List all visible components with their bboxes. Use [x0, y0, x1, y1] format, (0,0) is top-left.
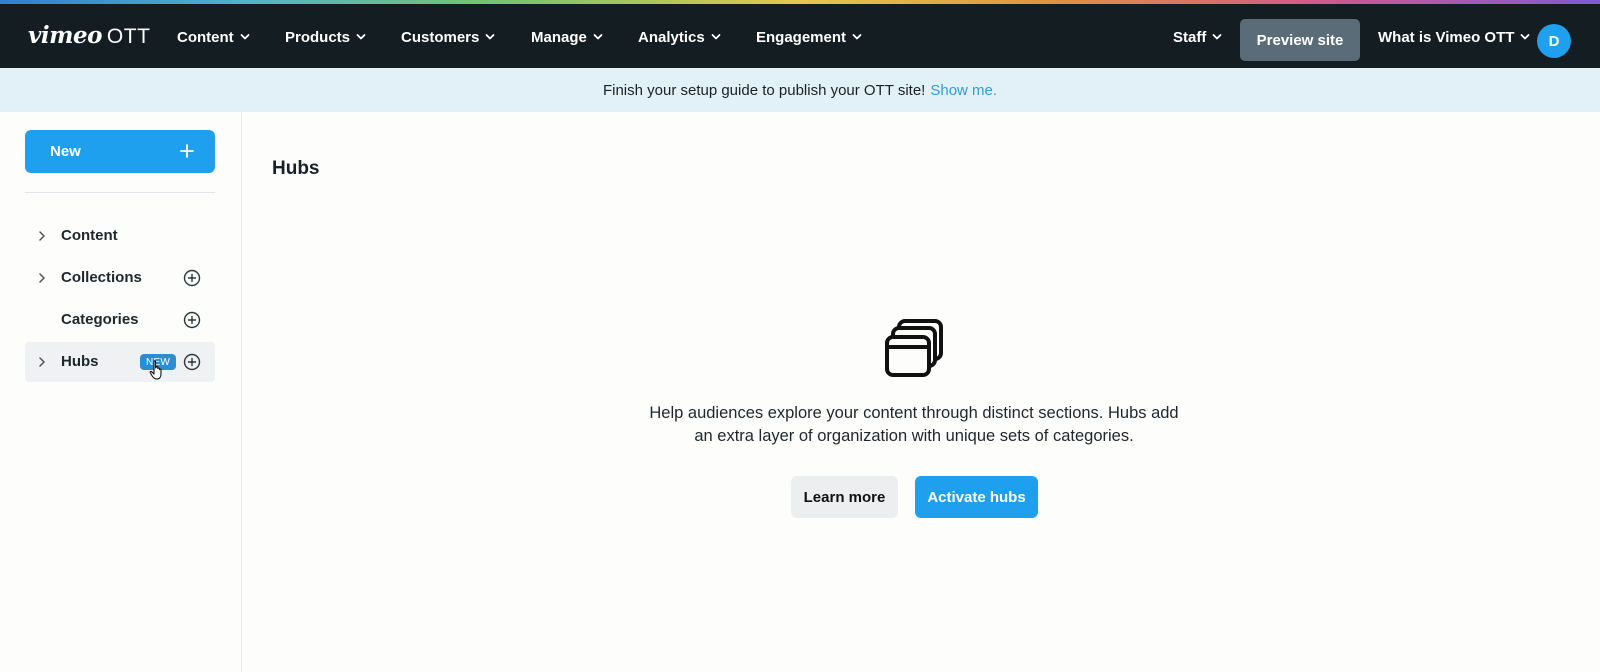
chevron-down-icon [593, 33, 603, 41]
sidebar-item-collections[interactable]: Collections [25, 258, 215, 298]
sidebar-item-label: Collections [61, 269, 142, 286]
sidebar-item-categories[interactable]: Categories [25, 300, 215, 340]
activate-hubs-button[interactable]: Activate hubs [915, 476, 1038, 518]
nav-customers[interactable]: Customers [401, 26, 495, 48]
sidebar-divider [25, 192, 215, 193]
vimeo-ott-logo[interactable]: vimeo OTT [28, 22, 150, 50]
sidebar-item-hubs[interactable]: Hubs NEW [25, 342, 215, 382]
new-button[interactable]: New [25, 130, 215, 173]
nav-engagement[interactable]: Engagement [756, 26, 862, 48]
top-navigation: vimeo OTT Content Products Customers Man… [0, 4, 1600, 68]
nav-analytics-label: Analytics [638, 28, 705, 46]
empty-state-description: Help audiences explore your content thro… [600, 402, 1228, 448]
chevron-down-icon [1212, 33, 1222, 41]
logo-product: OTT [106, 25, 151, 48]
chevron-down-icon [1520, 33, 1530, 41]
chevron-down-icon [240, 33, 250, 41]
nav-analytics[interactable]: Analytics [638, 26, 721, 48]
chevron-down-icon [485, 33, 495, 41]
chevron-right-icon[interactable] [37, 356, 47, 368]
sidebar-item-label: Categories [61, 311, 139, 328]
hand-cursor-icon [149, 360, 162, 380]
nav-content[interactable]: Content [177, 26, 250, 48]
chevron-down-icon [711, 33, 721, 41]
add-circle-icon[interactable] [183, 353, 201, 371]
nav-products-label: Products [285, 28, 351, 46]
setup-banner: Finish your setup guide to publish your … [0, 68, 1600, 112]
chevron-down-icon [852, 33, 862, 41]
page-title: Hubs [272, 158, 320, 179]
nav-engagement-label: Engagement [756, 28, 847, 46]
show-me-link[interactable]: Show me. [930, 82, 997, 99]
empty-state-line-2: an extra layer of organization with uniq… [694, 427, 1134, 445]
empty-state-line-1: Help audiences explore your content thro… [649, 404, 1179, 422]
nav-manage[interactable]: Manage [531, 26, 603, 48]
plus-icon [180, 144, 194, 158]
chevron-down-icon [356, 33, 366, 41]
user-avatar[interactable]: D [1537, 24, 1571, 58]
add-circle-icon[interactable] [183, 311, 201, 329]
sidebar-item-content[interactable]: Content [25, 216, 215, 256]
sidebar-item-label: Hubs [61, 353, 99, 370]
nav-manage-label: Manage [531, 28, 587, 46]
nav-staff[interactable]: Staff [1173, 26, 1222, 48]
learn-more-button[interactable]: Learn more [791, 476, 898, 518]
nav-content-label: Content [177, 28, 234, 46]
preview-site-button[interactable]: Preview site [1240, 19, 1360, 61]
stacked-windows-icon [885, 319, 943, 377]
nav-what-is-label: What is Vimeo OTT [1378, 28, 1515, 46]
setup-banner-text: Finish your setup guide to publish your … [602, 81, 926, 99]
logo-wordmark: vimeo [28, 22, 102, 49]
sidebar-item-label: Content [61, 227, 118, 244]
nav-what-is-vimeo-ott[interactable]: What is Vimeo OTT [1378, 26, 1530, 48]
chevron-right-icon[interactable] [37, 230, 47, 242]
chevron-right-icon[interactable] [37, 272, 47, 284]
nav-staff-label: Staff [1173, 28, 1207, 46]
sidebar: New Content Collections Categories Hubs … [0, 112, 242, 672]
add-circle-icon[interactable] [183, 269, 201, 287]
nav-products[interactable]: Products [285, 26, 366, 48]
new-button-label: New [50, 143, 81, 160]
nav-customers-label: Customers [401, 28, 480, 46]
